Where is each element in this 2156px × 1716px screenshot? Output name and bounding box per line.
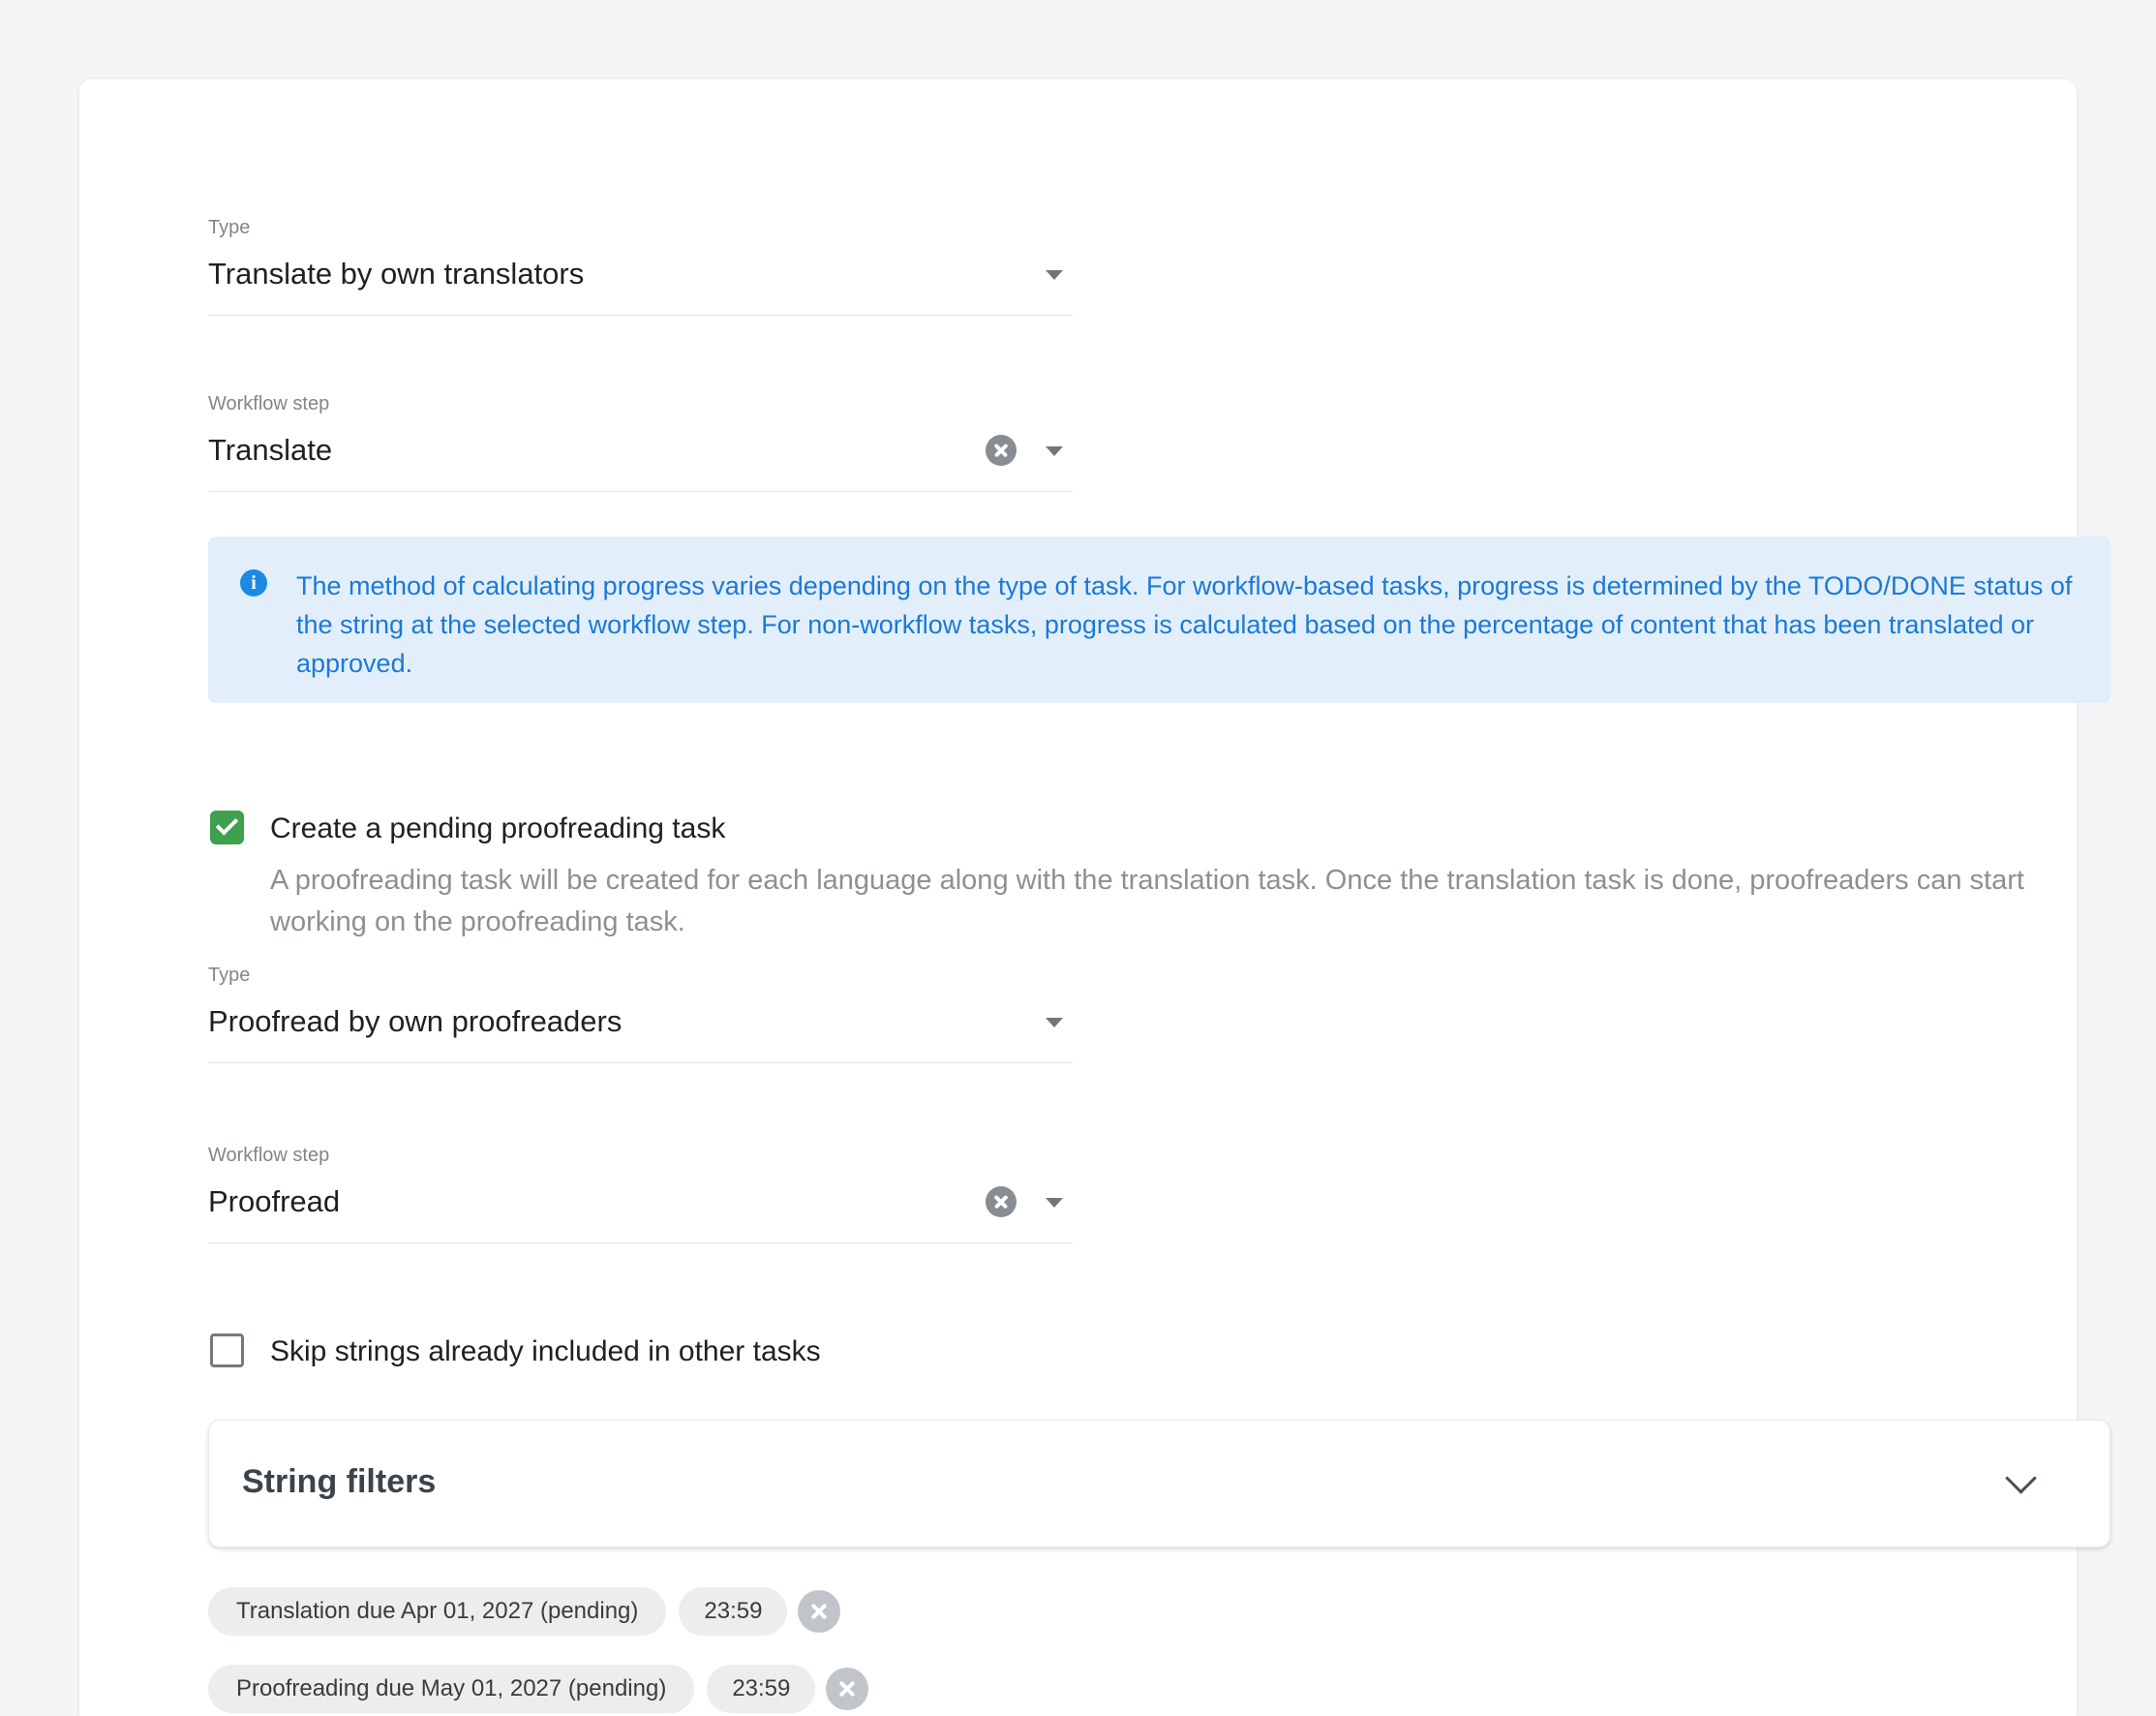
skip-strings-checkbox-label: Skip strings already included in other t… [270, 1335, 821, 1368]
proofread-type-value: Proofread by own proofreaders [208, 1004, 622, 1038]
translation-type-value: Translate by own translators [208, 257, 584, 291]
proofreading-due-chip-row: Proofreading due May 01, 2027 (pending) … [208, 1665, 868, 1713]
translation-due-time-chip[interactable]: 23:59 [679, 1587, 787, 1636]
proofreading-checkbox[interactable] [210, 811, 244, 844]
proofreading-checkbox-label: Create a pending proofreading task [270, 812, 725, 845]
chevron-down-icon[interactable] [1046, 1018, 1063, 1027]
clear-icon[interactable] [986, 435, 1017, 466]
progress-info-text: The method of calculating progress varie… [296, 567, 2087, 683]
proofread-workflow-step-select[interactable]: Workflow step Proofread [208, 1143, 1073, 1243]
proofreading-checkbox-description: A proofreading task will be created for … [270, 860, 2100, 943]
translation-type-select[interactable]: Type Translate by own translators [208, 215, 1073, 316]
translation-due-chip-row: Translation due Apr 01, 2027 (pending) 2… [208, 1587, 840, 1636]
translation-workflow-step-value: Translate [208, 433, 332, 467]
translation-type-label: Type [208, 215, 1073, 241]
remove-icon[interactable] [798, 1590, 840, 1633]
string-filters-expander[interactable]: String filters [208, 1420, 2110, 1547]
info-icon: i [240, 569, 267, 597]
proofread-type-select[interactable]: Type Proofread by own proofreaders [208, 963, 1073, 1063]
chevron-down-icon[interactable] [1046, 1198, 1063, 1208]
proofread-type-value-row: Proofread by own proofreaders [208, 1000, 1073, 1047]
proofreading-due-time-chip[interactable]: 23:59 [707, 1665, 815, 1713]
translation-workflow-step-label: Workflow step [208, 391, 1073, 417]
translation-due-chip[interactable]: Translation due Apr 01, 2027 (pending) [208, 1587, 666, 1636]
task-form-card: Type Translate by own translators Workfl… [79, 79, 2077, 1716]
translation-workflow-step-select[interactable]: Workflow step Translate [208, 391, 1073, 492]
chevron-down-icon[interactable] [1046, 270, 1063, 280]
chevron-down-icon[interactable] [2005, 1462, 2037, 1494]
proofreading-due-chip[interactable]: Proofreading due May 01, 2027 (pending) [208, 1665, 694, 1713]
skip-strings-checkbox[interactable] [210, 1333, 244, 1367]
translation-workflow-step-value-row: Translate [208, 429, 1073, 475]
clear-icon[interactable] [986, 1186, 1017, 1217]
proofread-workflow-step-label: Workflow step [208, 1143, 1073, 1169]
chevron-down-icon[interactable] [1046, 446, 1063, 456]
translation-type-value-row: Translate by own translators [208, 253, 1073, 299]
proofread-workflow-step-value-row: Proofread [208, 1180, 1073, 1227]
remove-icon[interactable] [826, 1668, 868, 1710]
proofread-workflow-step-value: Proofread [208, 1184, 340, 1218]
proofread-type-label: Type [208, 963, 1073, 989]
string-filters-title: String filters [242, 1463, 436, 1501]
progress-info-alert: i The method of calculating progress var… [208, 536, 2110, 703]
